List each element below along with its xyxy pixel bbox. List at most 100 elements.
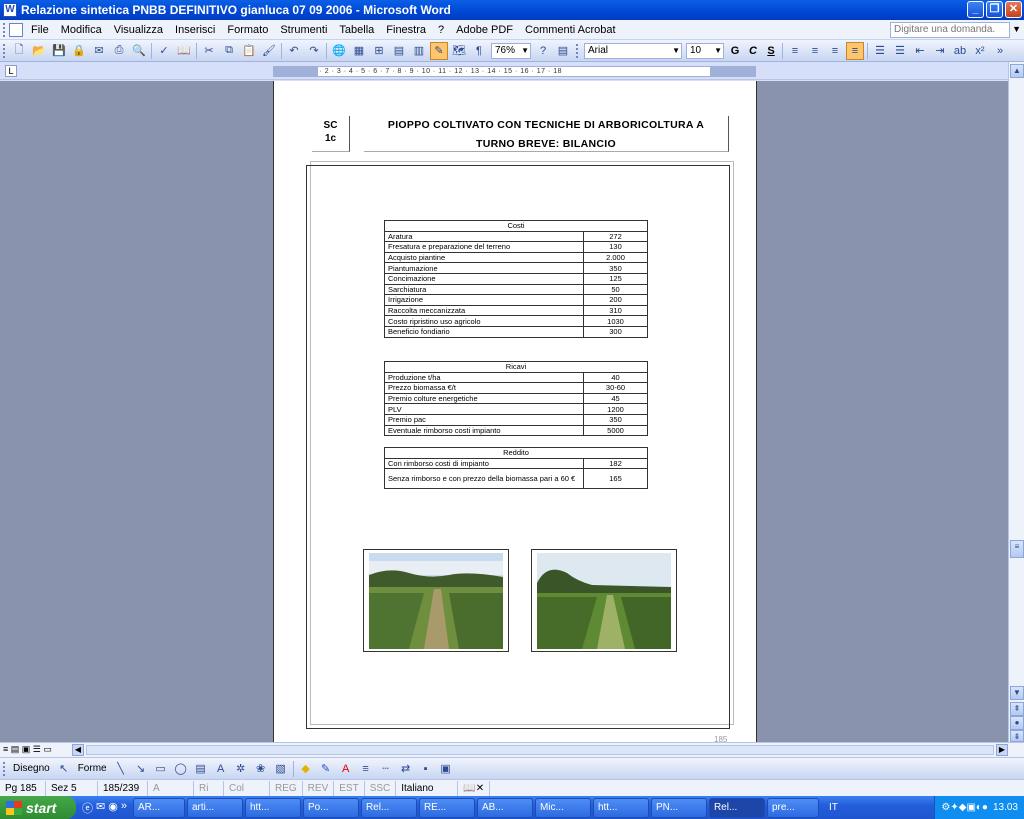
document-map-icon[interactable]: 🗺 [450,42,468,60]
photo-poplar-field-1[interactable] [363,549,509,652]
oval-icon[interactable]: ◯ [172,760,190,778]
font-color-icon[interactable]: A [337,760,355,778]
toolbar-grip[interactable] [576,43,579,58]
redo-icon[interactable]: ↷ [305,42,323,60]
menu-strumenti[interactable]: Strumenti [274,20,333,40]
ask-question-input[interactable]: Digitare una domanda. [890,22,1010,38]
rectangle-icon[interactable]: ▭ [152,760,170,778]
textbox-icon[interactable]: ▤ [192,760,210,778]
print-icon[interactable]: ⎙ [110,42,128,60]
font-select[interactable]: Arial ▼ [584,42,682,59]
select-objects-icon[interactable]: ↖ [55,760,73,778]
toolbar-options-icon[interactable]: » [991,42,1009,60]
research-icon[interactable]: 📖 [175,42,193,60]
document-page[interactable]: SC 1c PIOPPO COLTIVATO CON TECNICHE DI A… [273,81,757,744]
format-painter-icon[interactable]: 🖌 [260,42,278,60]
copy-icon[interactable]: ⧉ [220,42,238,60]
align-right-icon[interactable]: ≡ [826,42,844,60]
line-color-icon[interactable]: ✎ [317,760,335,778]
task-htt-1[interactable]: htt... [244,797,301,818]
bullets-icon[interactable]: ☰ [891,42,909,60]
zoom-select[interactable]: 76% ▼ [491,42,531,59]
status-rec[interactable]: REG [270,780,303,796]
close-button[interactable]: ✕ [1005,1,1022,18]
doc-menu-icon[interactable] [9,22,23,37]
task-po[interactable]: Po... [302,797,359,818]
justify-icon[interactable]: ≡ [846,41,864,60]
menu-finestra[interactable]: Finestra [380,20,432,40]
spelling-icon[interactable]: ✓ [155,42,173,60]
menu-formato[interactable]: Formato [221,20,274,40]
menu-tabella[interactable]: Tabella [333,20,380,40]
numbering-icon[interactable]: ☰ [871,42,889,60]
cut-icon[interactable]: ✂ [200,42,218,60]
insert-excel-icon[interactable]: ▤ [390,42,408,60]
menu-modifica[interactable]: Modifica [55,20,108,40]
horizontal-scroll-track[interactable] [86,745,994,755]
language-indicator[interactable]: IT [821,802,846,813]
new-document-icon[interactable]: 🗋 [10,42,28,60]
align-center-icon[interactable]: ≡ [806,42,824,60]
dash-style-icon[interactable]: ┄ [377,760,395,778]
tab-selector[interactable]: L [5,65,17,77]
scroll-left-icon[interactable]: ◀ [72,744,84,756]
photo-poplar-field-2[interactable] [531,549,677,652]
scroll-up-icon[interactable]: ▲ [1010,64,1024,78]
open-folder-icon[interactable]: 📂 [30,42,48,60]
ie-icon[interactable]: ⓔ [82,800,93,816]
task-pre[interactable]: pre... [766,797,819,818]
menu-grip[interactable] [3,22,6,37]
increase-indent-icon[interactable]: ⇥ [931,42,949,60]
tables-borders-icon[interactable]: ▦ [350,42,368,60]
menu-visualizza[interactable]: Visualizza [108,20,169,40]
undo-icon[interactable]: ↶ [285,42,303,60]
clock[interactable]: 13.03 [993,802,1018,813]
toolbar-grip[interactable] [3,761,6,776]
email-icon[interactable]: ✉ [90,42,108,60]
menu-help[interactable]: ? [432,20,450,40]
spelling-status-icon[interactable]: 📖✕ [458,780,491,796]
drawing-icon[interactable]: ✎ [430,41,448,60]
task-arti[interactable]: arti... [186,797,243,818]
minimize-button[interactable]: _ [967,1,984,18]
shadow-style-icon[interactable]: ▪ [417,760,435,778]
word-app-icon[interactable]: W [3,3,17,17]
save-icon[interactable]: 💾 [50,42,68,60]
scroll-right-icon[interactable]: ▶ [996,744,1008,756]
task-re[interactable]: RE... [418,797,475,818]
show-formatting-icon[interactable]: ¶ [470,42,488,60]
print-preview-icon[interactable]: 🔍 [130,42,148,60]
quick-launch-more-icon[interactable]: » [121,800,127,816]
line-icon[interactable]: ╲ [112,760,130,778]
3d-style-icon[interactable]: ▣ [437,760,455,778]
task-mic[interactable]: Mic... [534,797,591,818]
highlight-icon[interactable]: ab [951,42,969,60]
task-ar[interactable]: AR... [132,797,185,818]
paste-icon[interactable]: 📋 [240,42,258,60]
task-rel-1[interactable]: Rel... [360,797,417,818]
align-left-icon[interactable]: ≡ [786,42,804,60]
previous-page-icon[interactable]: ⇞ [1010,702,1024,716]
status-ext[interactable]: EST [334,780,365,796]
browse-object-icon[interactable]: ● [1010,716,1024,730]
permission-icon[interactable]: 🔒 [70,42,88,60]
help-icon[interactable]: ? [534,42,552,60]
underline-button[interactable]: S [762,45,780,57]
view-buttons[interactable]: ≡ ▤ ▣ ☰ ▭ [3,744,52,755]
columns-icon[interactable]: ▥ [410,42,428,60]
wordart-icon[interactable]: A [212,760,230,778]
scroll-thumb[interactable]: ≡ [1010,540,1024,558]
fill-color-icon[interactable]: ◆ [297,760,315,778]
menu-adobe-pdf[interactable]: Adobe PDF [450,20,519,40]
task-htt-2[interactable]: htt... [592,797,649,818]
read-icon[interactable]: ▤ [554,42,572,60]
line-style-icon[interactable]: ≡ [357,760,375,778]
toolbar-grip[interactable] [3,43,6,58]
autoshapes-menu-button[interactable]: Forme [74,763,111,774]
status-ovr[interactable]: SSC [365,780,397,796]
superscript-icon[interactable]: x² [971,42,989,60]
insert-table-icon[interactable]: ⊞ [370,42,388,60]
arrow-style-icon[interactable]: ⇄ [397,760,415,778]
status-language[interactable]: Italiano (Ital [396,780,459,809]
draw-menu-button[interactable]: Disegno [9,763,54,774]
